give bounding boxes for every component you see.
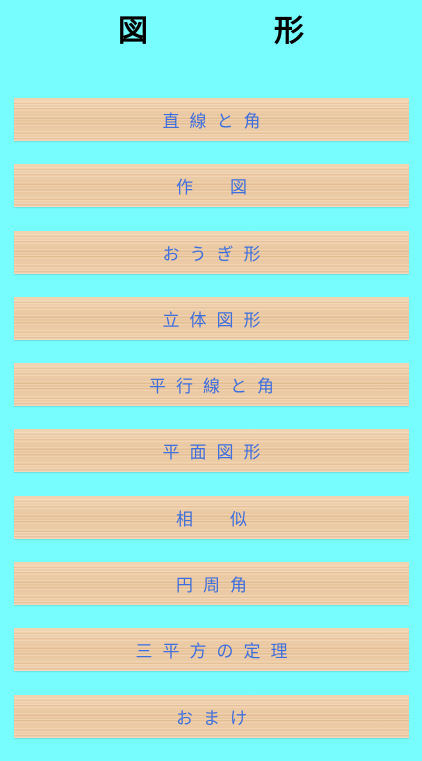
menu-button-construction[interactable]: 作 図 — [14, 164, 409, 208]
menu-button-label: 円周角 — [176, 576, 257, 597]
menu-button-extras[interactable]: おまけ — [14, 694, 409, 738]
menu-button-sector[interactable]: おうぎ形 — [14, 230, 409, 274]
menu-button-label: おまけ — [176, 708, 257, 729]
menu-button-label: 平面図形 — [162, 443, 271, 464]
menu-button-label: 相 似 — [176, 509, 257, 530]
menu-button-label: 直線と角 — [162, 112, 271, 132]
menu-button-lines-and-angles[interactable]: 直線と角 — [14, 98, 409, 141]
menu-button-plane-figures[interactable]: 平面図形 — [14, 429, 409, 473]
menu-button-label: 立体図形 — [162, 310, 271, 331]
menu-button-label: おうぎ形 — [162, 244, 271, 265]
menu-list: 直線と角 作 図 おうぎ形 立体図形 平行線と角 平面図形 相 似 円周角 三平… — [14, 98, 409, 761]
menu-button-parallel-lines-and-angles[interactable]: 平行線と角 — [14, 363, 409, 407]
menu-button-solid-figures[interactable]: 立体図形 — [14, 296, 409, 340]
page-title: 図 形 — [118, 14, 352, 49]
menu-button-pythagorean-theorem[interactable]: 三平方の定理 — [14, 628, 409, 672]
menu-button-similarity[interactable]: 相 似 — [14, 495, 409, 539]
menu-button-label: 平行線と角 — [149, 377, 284, 398]
menu-button-inscribed-angle[interactable]: 円周角 — [14, 562, 409, 606]
menu-button-label: 三平方の定理 — [135, 642, 298, 663]
menu-button-label: 作 図 — [176, 178, 257, 199]
